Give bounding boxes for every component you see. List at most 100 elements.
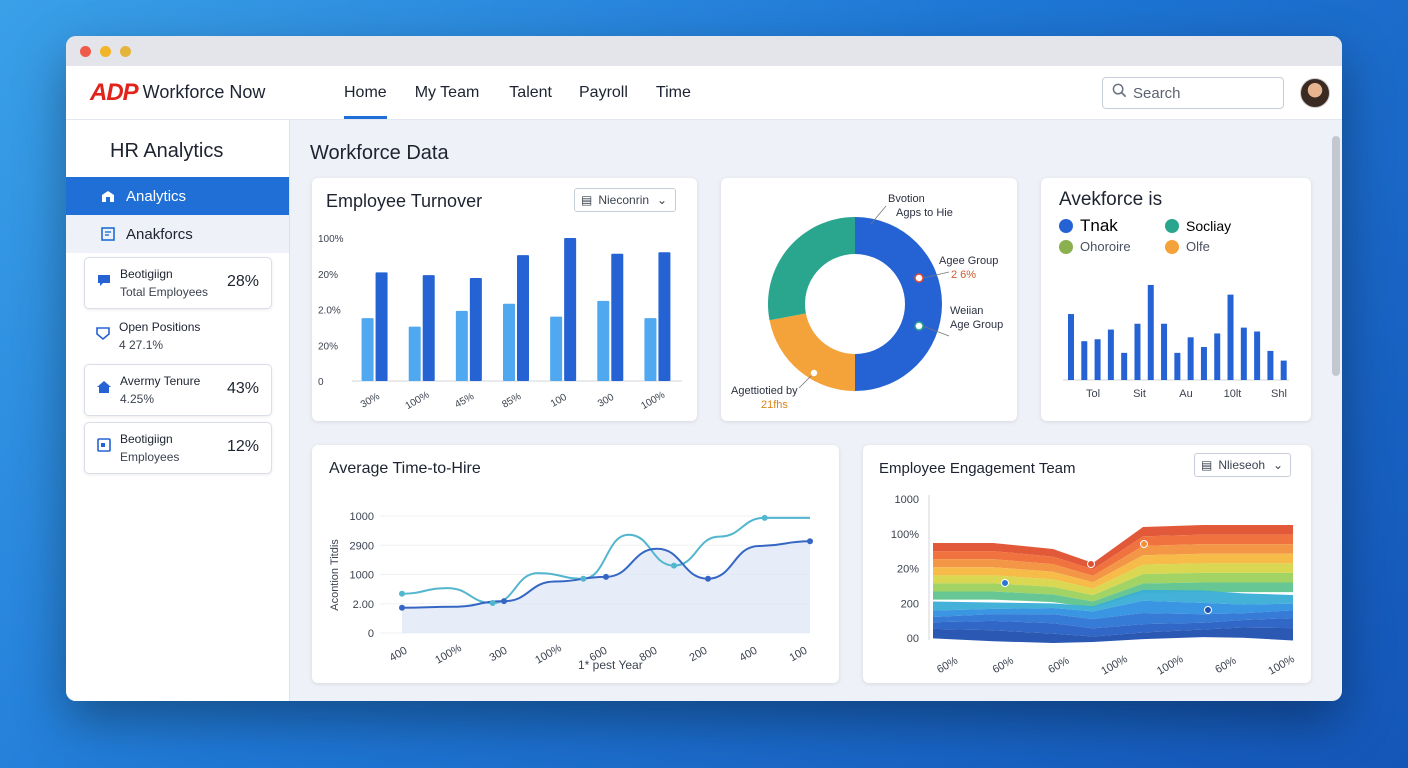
x-tick-label: 100% <box>1099 653 1130 678</box>
tab-time[interactable]: Time <box>642 66 705 119</box>
bar <box>375 272 388 381</box>
x-tick-label: 100% <box>433 642 464 667</box>
stat-card-employees[interactable]: Beotigiign Employees 12% <box>84 422 272 474</box>
sidebar-item-analytics[interactable]: Analytics <box>66 177 289 215</box>
donut-label: Agee Group <box>939 255 998 267</box>
x-tick-label: 300 <box>488 645 510 665</box>
x-tick-label: 100% <box>1155 653 1186 678</box>
bar <box>422 275 435 381</box>
bar <box>658 252 671 381</box>
scrollbar[interactable] <box>1332 136 1340 376</box>
title-bar <box>66 36 1342 66</box>
stat-card-average-tenure[interactable]: Avermy Tenure 4.25% 43% <box>84 364 272 416</box>
search-input[interactable] <box>1133 84 1273 102</box>
y-tick-label: 100% <box>891 529 919 541</box>
donut-slice <box>855 217 942 391</box>
adp-logo: ADP <box>90 78 139 106</box>
bar <box>1081 341 1088 380</box>
y-tick-label: 00 <box>907 633 919 645</box>
bar <box>1107 329 1114 380</box>
y-tick-label: 1000 <box>895 494 919 506</box>
data-point <box>399 590 405 597</box>
tab-payroll[interactable]: Payroll <box>565 66 642 119</box>
sidebar-item-label: Anakforcs <box>126 225 193 243</box>
donut-label: Age Group <box>950 319 1003 331</box>
search-icon <box>1112 83 1127 103</box>
bar <box>1121 352 1128 380</box>
bar <box>1068 314 1074 380</box>
stat-card-total-employees[interactable]: Beotigiign Total Employees 28% <box>84 257 272 309</box>
sidebar-item-anakforcs[interactable]: Anakforcs <box>66 215 289 253</box>
search-box[interactable] <box>1102 77 1284 109</box>
x-tick-label: 100% <box>639 390 667 412</box>
sidebar-title: HR Analytics <box>110 140 224 162</box>
document-icon <box>100 226 116 242</box>
x-tick-label: 85% <box>500 391 523 411</box>
engagement-panel: Employee Engagement Team ▤ Nlieseoh ⌄ 10… <box>863 445 1311 683</box>
x-tick-label: 100 <box>788 645 810 665</box>
bar <box>1187 337 1194 380</box>
bar <box>644 318 657 381</box>
sidebar: HR Analytics Analytics Anakforcs Beotigi… <box>66 120 290 701</box>
y-axis-label: Acontion Titdis <box>329 539 341 611</box>
y-tick-label: 2.0% <box>318 306 341 317</box>
data-point <box>489 600 496 607</box>
bar <box>550 316 563 381</box>
shield-icon <box>95 325 111 341</box>
x-tick-label: 200 <box>688 645 710 665</box>
data-point <box>1204 606 1212 614</box>
bar <box>408 326 421 381</box>
x-tick-label: 100% <box>404 390 432 412</box>
x-tick-label: 100% <box>533 642 564 667</box>
bar <box>503 303 515 381</box>
x-tick-label: 400 <box>388 645 410 665</box>
card-value: 12% <box>226 438 259 455</box>
tab-my-team[interactable]: My Team <box>401 66 494 119</box>
donut-label: Weiian <box>950 305 983 317</box>
donut-slice <box>768 217 855 321</box>
workforce-panel: Avekforce is Tnak Socliay Ohoroire Olfe … <box>1041 178 1311 421</box>
y-tick-label: 1000 <box>350 570 374 582</box>
close-window-button[interactable] <box>80 45 91 57</box>
data-point <box>1001 579 1009 587</box>
x-tick-label: 60% <box>991 655 1016 677</box>
stat-card-open-positions[interactable]: Open Positions 4 27.1% <box>84 311 272 363</box>
bar <box>564 238 577 381</box>
bar <box>1267 350 1274 380</box>
card-title: Beotigiign <box>120 432 173 446</box>
bar <box>1174 352 1181 380</box>
card-title: Beotigiign <box>120 267 173 281</box>
user-avatar[interactable] <box>1300 78 1330 108</box>
card-title: Open Positions <box>119 320 201 334</box>
top-navigation: ADP Workforce Now Home My Team Talent Pa… <box>66 66 1342 120</box>
y-tick-label: 20% <box>318 270 338 281</box>
donut-label: 21fhs <box>761 399 788 411</box>
donut-label: Bvotion <box>888 193 925 205</box>
app-window: ADP Workforce Now Home My Team Talent Pa… <box>66 36 1342 701</box>
data-point <box>671 562 677 569</box>
x-tick-label: 60% <box>935 655 960 677</box>
data-point <box>1087 560 1095 568</box>
tab-home[interactable]: Home <box>330 66 401 119</box>
x-axis-label: 1* pest Year <box>578 658 643 672</box>
brand[interactable]: ADP Workforce Now <box>90 79 326 107</box>
x-tick-label: 10lt <box>1224 388 1242 400</box>
data-point <box>1140 540 1148 548</box>
card-value: 43% <box>226 380 259 397</box>
bar <box>1200 347 1207 380</box>
bar <box>1214 333 1221 380</box>
bar <box>517 255 529 381</box>
x-tick-label: Au <box>1179 388 1192 400</box>
x-tick-label: 100% <box>1266 653 1297 678</box>
time-to-hire-panel: Average Time-to-Hire 1000 2900 1000 2.00 0 Ac… <box>312 445 839 683</box>
tab-talent[interactable]: Talent <box>493 66 565 119</box>
minimize-window-button[interactable] <box>100 45 111 57</box>
maximize-window-button[interactable] <box>120 45 131 57</box>
card-subtitle: 4 27.1% <box>119 338 164 352</box>
donut-marker <box>914 273 924 283</box>
age-donut-chart: Bvotion Agps to Hie Agee Group 2 6% Weiian Ag… <box>731 193 1003 411</box>
bar <box>1240 327 1247 380</box>
home-icon <box>96 379 112 395</box>
card-title: Avermy Tenure <box>120 374 201 388</box>
x-tick-label: Shl <box>1271 388 1287 400</box>
